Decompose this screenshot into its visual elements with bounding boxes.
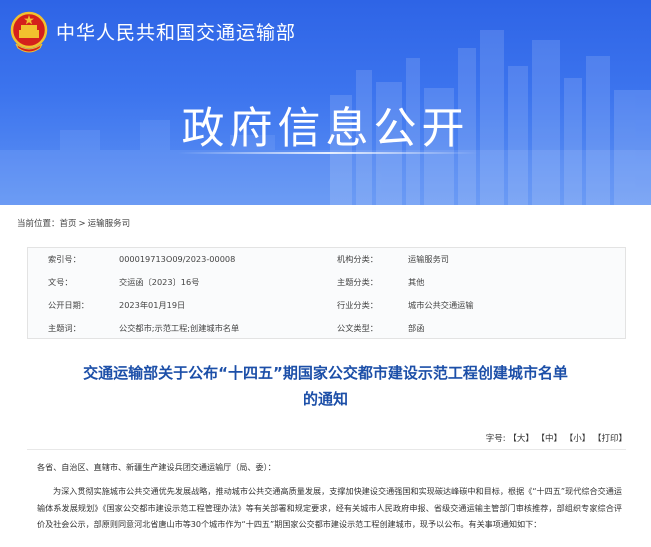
metadata-row: 主题词： 公交都市;示范工程;创建城市名单 公文类型： 部函 [28, 317, 627, 340]
letter-salutation: 各省、自治区、直辖市、新疆生产建设兵团交通运输厅（局、委）： [37, 462, 276, 472]
metadata-value: 城市公共交通运输 [408, 300, 474, 310]
font-medium-button[interactable]: 【中】 [537, 434, 563, 444]
metadata-key: 公文类型： [337, 323, 378, 333]
font-large-button[interactable]: 【大】 [508, 434, 534, 444]
breadcrumb-label: 当前位置： [17, 219, 60, 229]
metadata-key: 公开日期： [48, 300, 89, 310]
metadata-row: 索引号： 000019713O09/2023-00008 机构分类： 运输服务司 [28, 248, 627, 271]
metadata-value: 公交都市;示范工程;创建城市名单 [119, 323, 240, 333]
breadcrumb: 当前位置：首页 > 运输服务司 [17, 217, 130, 229]
metadata-value: 其他 [408, 277, 425, 287]
metadata-value: 000019713O09/2023-00008 [119, 254, 236, 264]
breadcrumb-home-link[interactable]: 首页 [60, 219, 77, 229]
metadata-key: 主题分类： [337, 277, 378, 287]
article-title: 交通运输部关于公布“十四五”期国家公交都市建设示范工程创建城市名单 的通知 [20, 360, 631, 412]
article-title-line: 的通知 [302, 390, 348, 408]
metadata-key: 文号： [48, 277, 73, 287]
header-banner: 中华人民共和国交通运输部 政府信息公开 [0, 0, 651, 205]
print-button[interactable]: 【打印】 [593, 434, 627, 444]
ministry-name: 中华人民共和国交通运输部 [56, 22, 297, 44]
article-title-line: 交通运输部关于公布“十四五”期国家公交都市建设示范工程创建城市名单 [83, 364, 568, 382]
metadata-key: 索引号： [48, 254, 81, 264]
content-divider [27, 449, 626, 450]
metadata-key: 行业分类： [337, 300, 378, 310]
metadata-value: 运输服务司 [408, 254, 449, 264]
metadata-row: 文号： 交运函〔2023〕16号 主题分类： 其他 [28, 271, 627, 294]
breadcrumb-current-link[interactable]: 运输服务司 [88, 219, 131, 229]
metadata-key: 机构分类： [337, 254, 378, 264]
metadata-row: 公开日期： 2023年01月19日 行业分类： 城市公共交通运输 [28, 294, 627, 317]
banner-title: 政府信息公开 [181, 104, 470, 154]
metadata-value: 2023年01月19日 [119, 300, 186, 310]
metadata-value: 交运函〔2023〕16号 [119, 277, 200, 287]
metadata-value: 部函 [408, 323, 425, 333]
document-metadata-table: 索引号： 000019713O09/2023-00008 机构分类： 运输服务司… [27, 247, 626, 339]
national-emblem-icon [10, 11, 48, 53]
metadata-key: 主题词： [48, 323, 81, 333]
breadcrumb-separator: > [78, 219, 86, 229]
font-small-button[interactable]: 【小】 [565, 434, 591, 444]
font-size-tools: 字号: 【大】 【中】 【小】 【打印】 [486, 432, 627, 444]
body-paragraph: 为深入贯彻实施城市公共交通优先发展战略，推动城市公共交通高质量发展，支撑加快建设… [37, 486, 622, 529]
banner-underline-divider [178, 152, 478, 154]
font-size-label: 字号: [485, 434, 506, 444]
